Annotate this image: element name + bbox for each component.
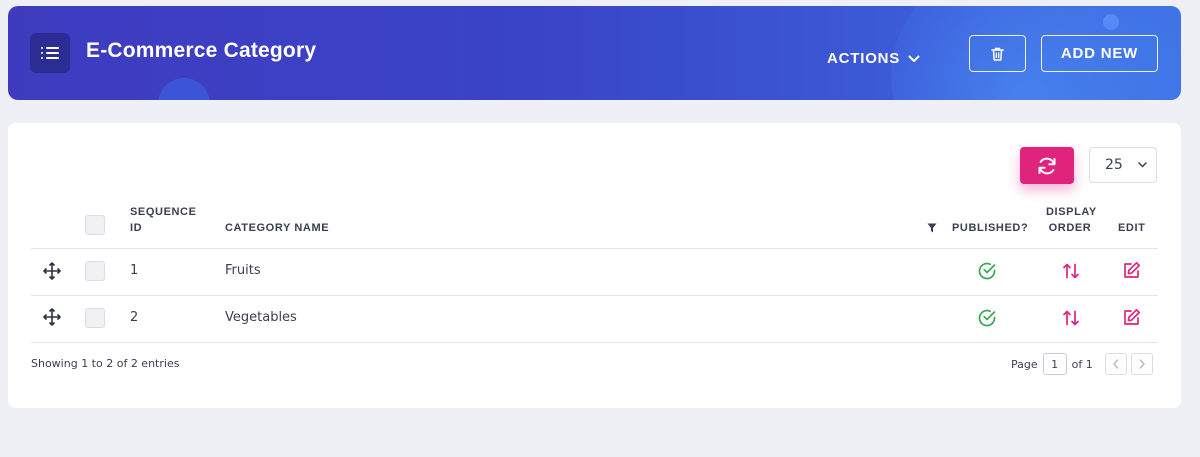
add-new-button[interactable]: ADD NEW — [1041, 35, 1158, 72]
move-arrows-icon[interactable] — [43, 308, 61, 326]
category-table-card: 25 SEQUENCE ID CATEGORY NAME PUBLISHED? … — [8, 123, 1181, 408]
row-divider — [31, 295, 1158, 296]
category-name-cell: Vegetables — [225, 310, 297, 325]
page-size-value: 25 — [1105, 157, 1123, 173]
delete-button[interactable] — [969, 35, 1026, 72]
header-decoration — [1103, 14, 1119, 30]
entries-info: Showing 1 to 2 of 2 entries — [31, 357, 180, 370]
column-header-display-order[interactable]: DISPLAY ORDER — [1046, 204, 1097, 236]
header-decoration — [158, 78, 210, 100]
column-header-edit[interactable]: EDIT — [1118, 220, 1145, 236]
pagination: Page 1 of 1 — [1011, 353, 1153, 375]
filter-icon[interactable] — [927, 223, 937, 233]
row-divider — [31, 342, 1158, 343]
column-header-sequence-id-line1: SEQUENCE — [130, 206, 197, 218]
refresh-icon — [1038, 157, 1056, 174]
edit-icon[interactable] — [1122, 261, 1141, 280]
column-header-display-order-line1: DISPLAY — [1046, 206, 1097, 218]
column-header-category-name[interactable]: CATEGORY NAME — [225, 220, 329, 236]
refresh-button[interactable] — [1020, 147, 1074, 184]
select-all-checkbox[interactable] — [85, 215, 105, 235]
chevron-down-icon — [1138, 162, 1147, 168]
page-label: Page — [1011, 357, 1038, 371]
column-header-published[interactable]: PUBLISHED? — [952, 220, 1028, 236]
row-checkbox[interactable] — [85, 261, 105, 281]
chevron-down-icon — [908, 55, 920, 62]
edit-icon[interactable] — [1122, 308, 1141, 327]
page-header: E-Commerce Category ACTIONS ADD NEW — [8, 6, 1181, 100]
chevron-right-icon — [1139, 359, 1145, 369]
actions-label: ACTIONS — [827, 50, 901, 67]
sequence-id-cell: 2 — [130, 310, 139, 325]
actions-dropdown[interactable]: ACTIONS — [827, 50, 920, 67]
column-header-sequence-id-line2: ID — [130, 222, 143, 234]
swap-vertical-icon[interactable] — [1061, 261, 1081, 281]
next-page-button[interactable] — [1130, 353, 1153, 375]
chevron-left-icon — [1112, 359, 1118, 369]
check-circle-icon[interactable] — [977, 261, 997, 281]
category-name-cell: Fruits — [225, 263, 261, 278]
page-size-select[interactable]: 25 — [1089, 147, 1157, 183]
check-circle-icon[interactable] — [977, 308, 997, 328]
column-header-display-order-line2: ORDER — [1048, 222, 1092, 234]
prev-page-button[interactable] — [1104, 353, 1127, 375]
sequence-id-cell: 1 — [130, 263, 139, 278]
current-page-input[interactable]: 1 — [1042, 353, 1067, 375]
page-title: E-Commerce Category — [86, 39, 317, 62]
menu-list-icon[interactable] — [30, 33, 70, 73]
move-arrows-icon[interactable] — [43, 262, 61, 280]
column-header-sequence-id[interactable]: SEQUENCE ID — [130, 204, 197, 236]
swap-vertical-icon[interactable] — [1061, 308, 1081, 328]
page-count: of 1 — [1071, 357, 1093, 371]
table-header-divider — [31, 248, 1158, 249]
row-checkbox[interactable] — [85, 308, 105, 328]
trash-icon — [991, 47, 1004, 61]
